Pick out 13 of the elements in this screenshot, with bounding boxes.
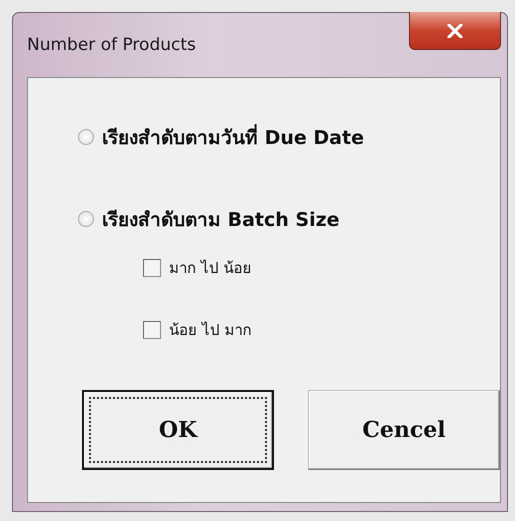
radio-button[interactable] [78,129,94,145]
checkbox[interactable] [143,259,161,277]
close-icon [447,24,463,38]
radio-label: เรียงสำดับตามวันที่ Due Date [102,122,364,152]
ok-button[interactable]: OK [82,390,274,470]
window-title: Number of Products [27,35,196,55]
radio-label: เรียงสำดับตาม Batch Size [102,208,340,233]
close-button[interactable] [409,12,501,50]
cancel-button[interactable]: Cencel [308,390,500,470]
checkbox[interactable] [143,321,161,339]
checkbox-label: มาก ไป น้อย [169,258,252,279]
checkbox-label: น้อย ไป มาก [169,320,252,341]
radio-button[interactable] [78,211,94,227]
